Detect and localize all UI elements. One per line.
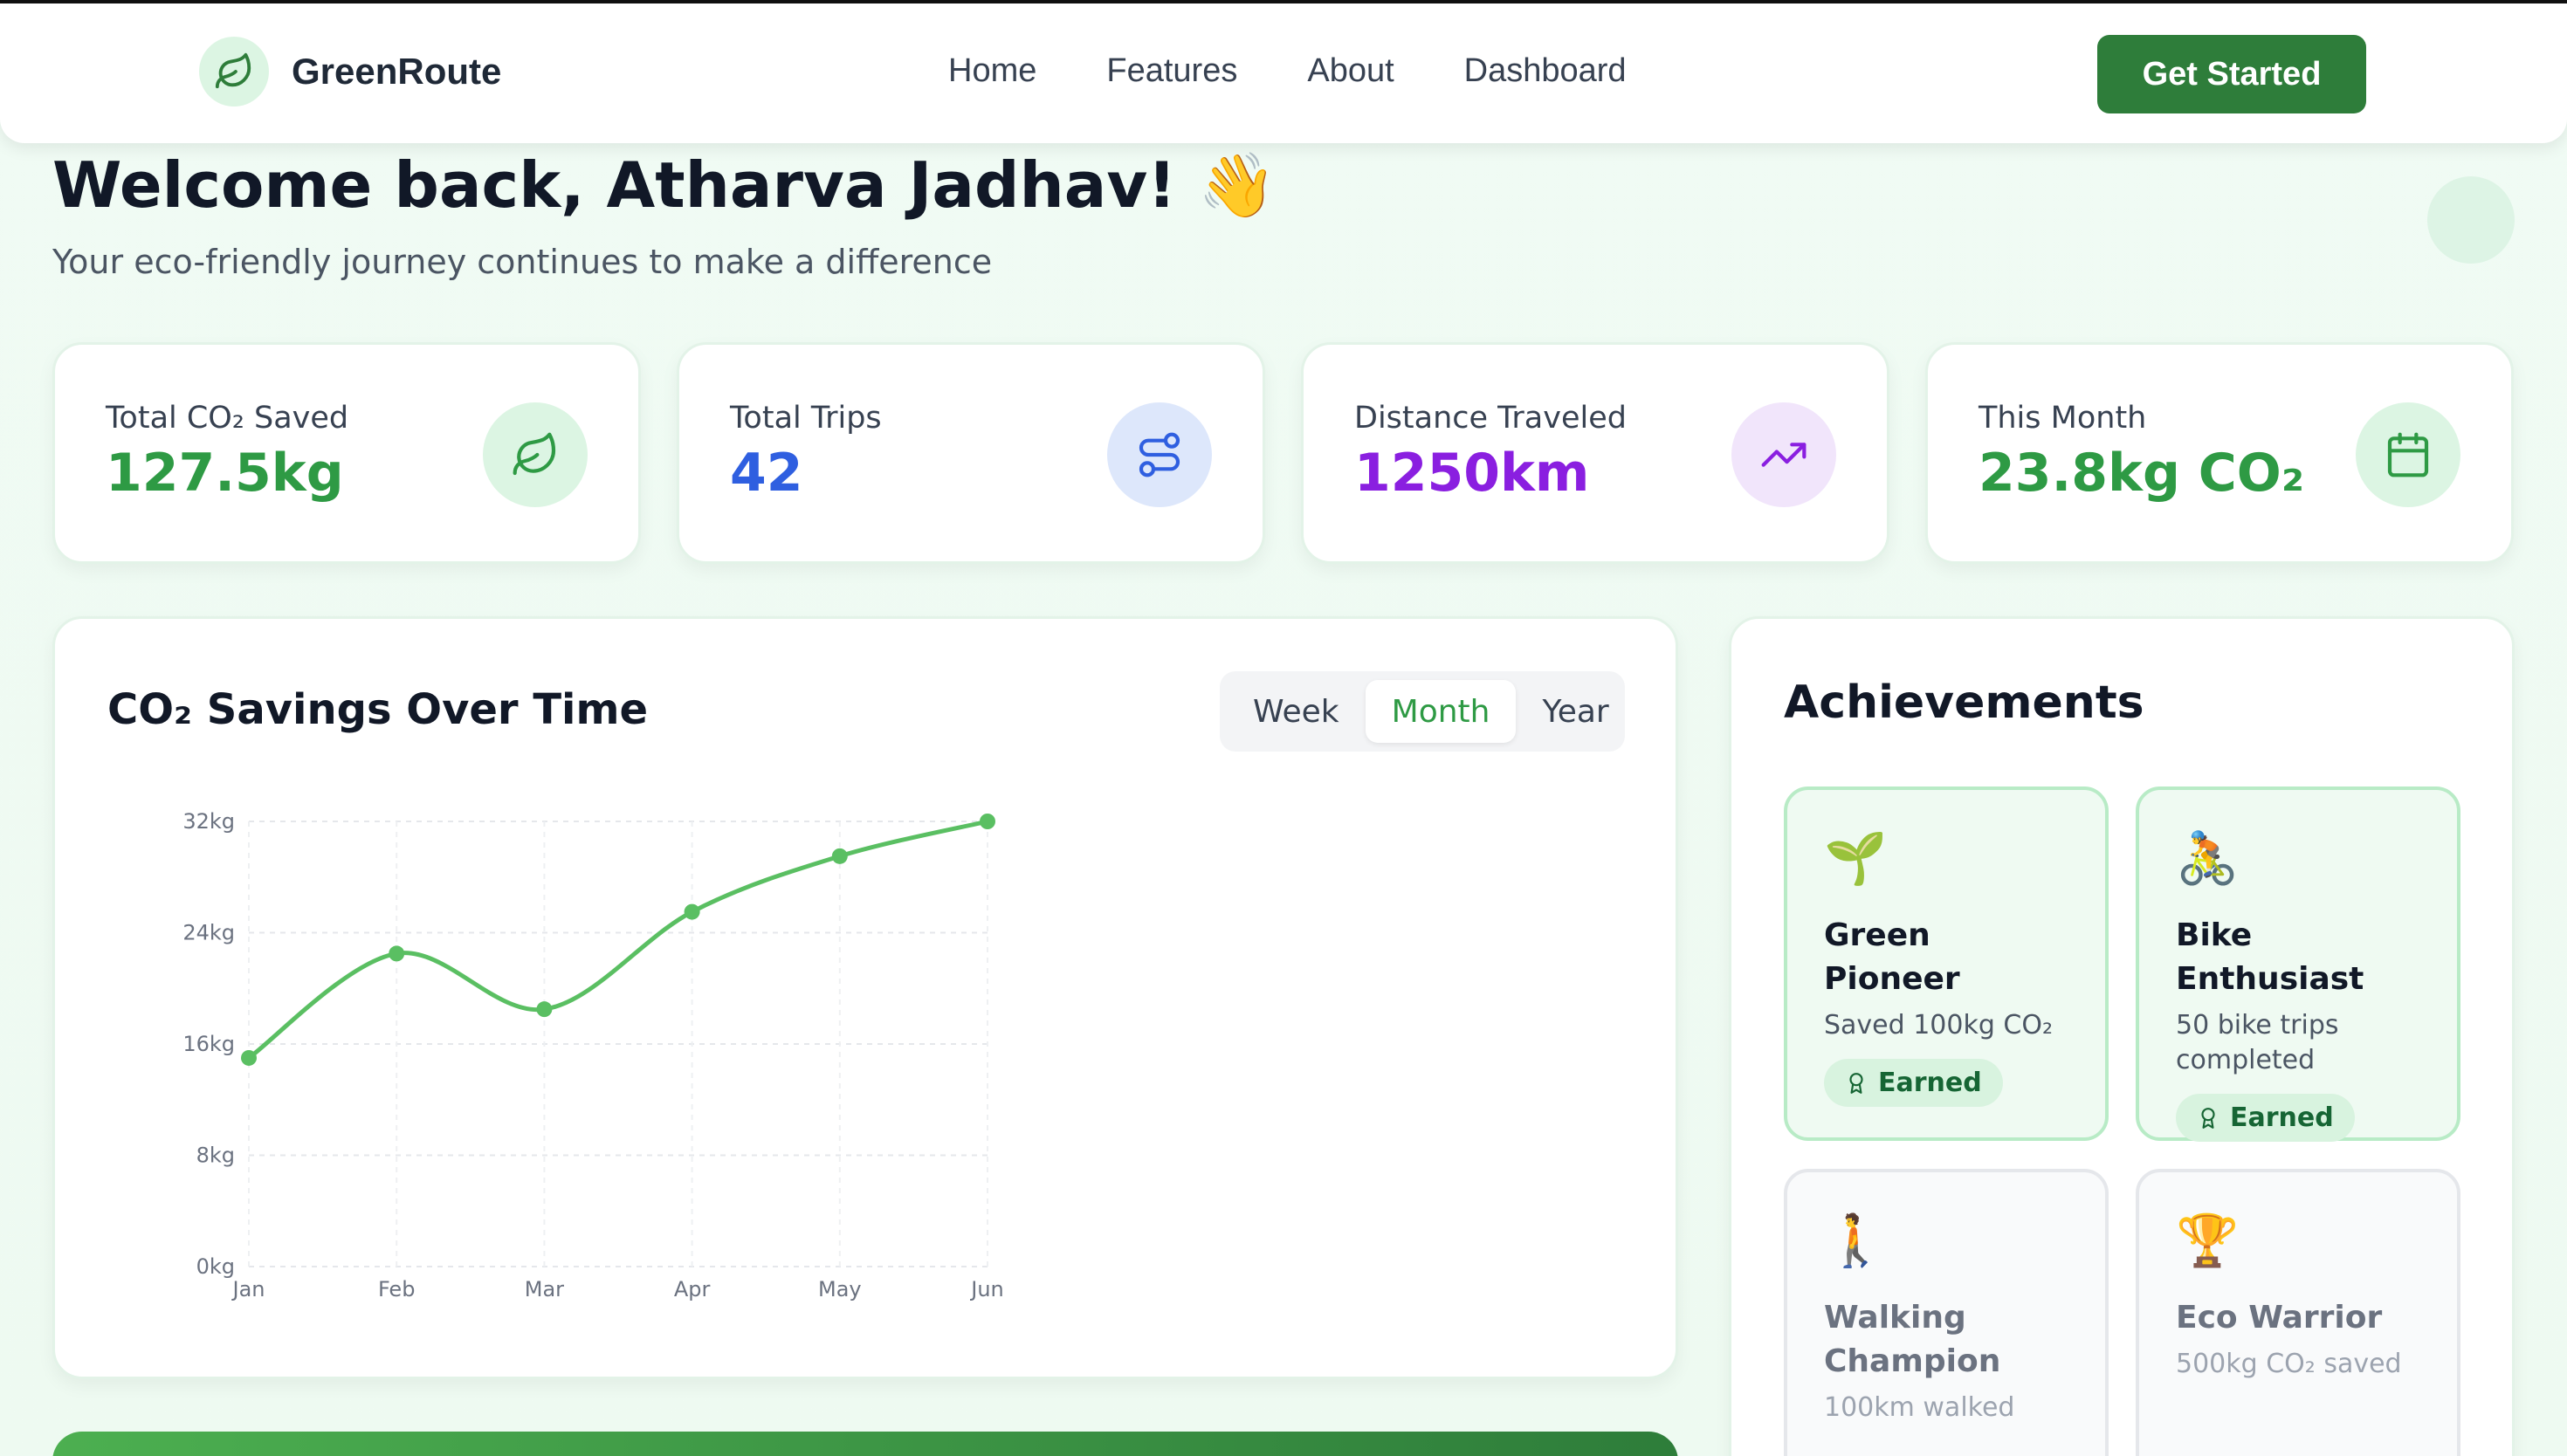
achievement-name: Eco Warrior — [2176, 1300, 2383, 1336]
decorative-circle — [2427, 176, 2515, 264]
achievement-walking-champion[interactable]: 🚶 Walking Champion 100km walked — [1784, 1169, 2109, 1456]
co2-line-chart: 0kg 8kg 16kg 24kg 32kg Jan Feb Mar Apr May Jun — [182, 809, 1004, 1301]
x-tick-label: Apr — [674, 1277, 711, 1301]
nav-features[interactable]: Features — [1106, 52, 1237, 90]
y-tick-label: 0kg — [196, 1254, 235, 1279]
x-tick-label: Feb — [378, 1277, 416, 1301]
stat-label: Distance Traveled — [1354, 401, 1627, 436]
badge-label: Earned — [2230, 1102, 2334, 1133]
seedling-icon: 🌱 — [1824, 828, 1888, 888]
trophy-icon: 🏆 — [2176, 1211, 2240, 1270]
stat-card-total-trips: Total Trips 42 — [677, 342, 1265, 564]
calendar-icon — [2356, 402, 2460, 507]
stat-value: 127.5kg — [106, 443, 344, 504]
data-point — [684, 903, 700, 920]
get-started-button[interactable]: Get Started — [2097, 35, 2366, 113]
stat-value: 1250km — [1354, 443, 1590, 504]
stat-card-co2-saved: Total CO₂ Saved 127.5kg — [52, 342, 641, 564]
achievements-title: Achievements — [1784, 676, 2144, 729]
bicycle-icon: 🚴 — [2176, 828, 2240, 888]
achievements-card: Achievements 🌱 Green Pioneer Saved 100kg… — [1729, 616, 2515, 1456]
earned-badge: Earned — [1824, 1059, 2003, 1107]
achievement-desc: 100km walked — [1824, 1392, 2015, 1423]
stat-label: Total Trips — [730, 401, 882, 436]
nav-dashboard[interactable]: Dashboard — [1464, 52, 1627, 90]
stat-value: 42 — [730, 443, 803, 504]
data-point — [536, 1001, 553, 1018]
stat-card-distance: Distance Traveled 1250km — [1301, 342, 1889, 564]
x-tick-label: Mar — [525, 1277, 564, 1301]
y-tick-label: 24kg — [182, 921, 235, 945]
achievement-green-pioneer[interactable]: 🌱 Green Pioneer Saved 100kg CO₂ Earned — [1784, 786, 2109, 1141]
achievement-desc: 50 bike trips completed — [2176, 1010, 2339, 1075]
achievement-name: Green Pioneer — [1824, 917, 1960, 997]
stat-label: Total CO₂ Saved — [106, 401, 349, 436]
navbar: GreenRoute Home Features About Dashboard… — [0, 3, 2567, 143]
award-icon — [1849, 1072, 1863, 1094]
x-tick-label: May — [818, 1277, 862, 1301]
x-tick-label: Jan — [231, 1277, 265, 1301]
leaf-icon — [483, 402, 588, 507]
data-point — [831, 848, 848, 864]
leaf-icon — [199, 37, 269, 106]
earned-badge: Earned — [2176, 1094, 2355, 1142]
route-icon — [1107, 402, 1212, 507]
walking-icon: 🚶 — [1824, 1211, 1888, 1270]
achievement-name: Walking Champion — [1824, 1300, 2001, 1379]
nav-home[interactable]: Home — [948, 52, 1036, 90]
y-tick-label: 8kg — [196, 1144, 235, 1168]
achievement-name: Bike Enthusiast — [2176, 917, 2364, 997]
achievement-desc: Saved 100kg CO₂ — [1824, 1010, 2054, 1040]
nav-about[interactable]: About — [1307, 52, 1394, 90]
welcome-subtitle: Your eco-friendly journey continues to m… — [52, 243, 993, 281]
stat-value: 23.8kg CO₂ — [1979, 443, 2305, 504]
welcome-heading: Welcome back, Atharva Jadhav! 👋 — [52, 148, 1277, 222]
stat-label: This Month — [1979, 401, 2147, 436]
bottom-banner — [52, 1432, 1678, 1456]
series-line — [246, 819, 990, 1061]
achievement-eco-warrior[interactable]: 🏆 Eco Warrior 500kg CO₂ saved — [2136, 1169, 2460, 1456]
achievement-desc: 500kg CO₂ saved — [2176, 1349, 2402, 1379]
achievement-bike-enthusiast[interactable]: 🚴 Bike Enthusiast 50 bike trips complete… — [2136, 786, 2460, 1142]
badge-label: Earned — [1878, 1068, 1982, 1098]
data-point — [980, 814, 995, 829]
stat-card-this-month: This Month 23.8kg CO₂ — [1925, 342, 2514, 564]
co2-chart-card: CO₂ Savings Over Time Week Month Year 0k… — [52, 616, 1678, 1379]
x-tick-label: Jun — [969, 1277, 1004, 1301]
y-tick-label: 32kg — [182, 809, 235, 834]
award-icon — [2201, 1107, 2215, 1129]
y-tick-label: 16kg — [182, 1032, 235, 1056]
brand[interactable]: GreenRoute — [199, 37, 501, 106]
trending-up-icon — [1731, 402, 1836, 507]
nav-links: Home Features About Dashboard — [948, 52, 1627, 90]
brand-name: GreenRoute — [292, 51, 502, 92]
data-point — [389, 945, 405, 962]
data-point — [241, 1049, 257, 1066]
